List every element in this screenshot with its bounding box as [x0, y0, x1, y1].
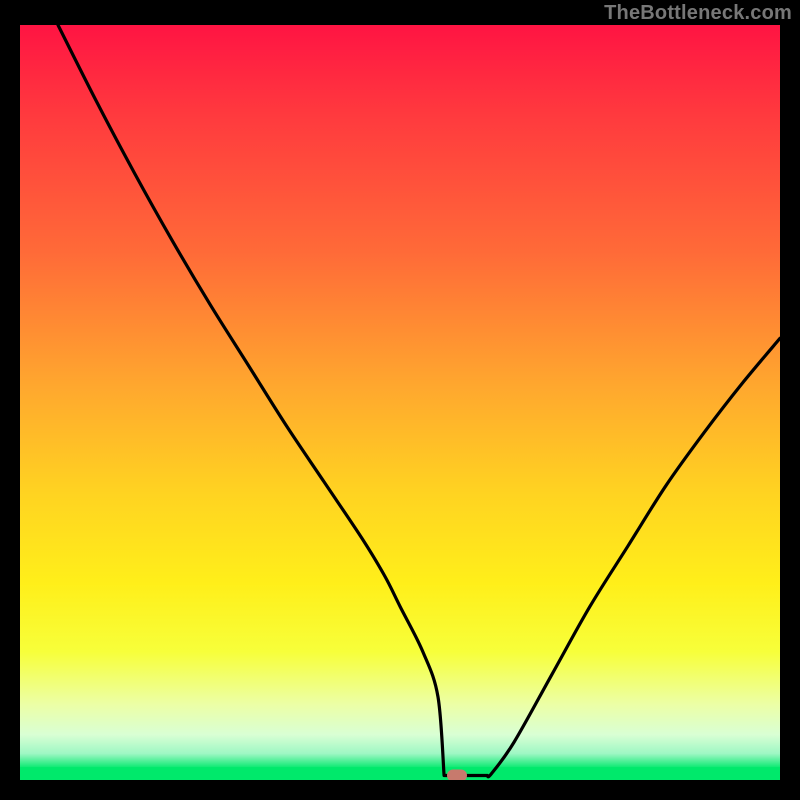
watermark-text: TheBottleneck.com [604, 2, 792, 25]
green-band [20, 767, 780, 780]
optimum-marker [447, 769, 467, 780]
bottleneck-chart [20, 25, 780, 780]
gradient-background [20, 25, 780, 780]
chart-frame: TheBottleneck.com [0, 0, 800, 800]
plot-area [20, 25, 780, 780]
